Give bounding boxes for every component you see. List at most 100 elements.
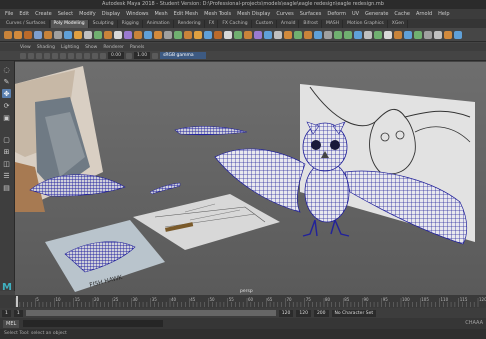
shelf-tool-icon[interactable] bbox=[174, 30, 182, 39]
shelf-tool-icon[interactable] bbox=[24, 30, 32, 39]
menu-select[interactable]: Select bbox=[56, 11, 75, 17]
shelf-tool-icon[interactable] bbox=[294, 30, 302, 39]
shelf-tab-rigging[interactable]: Rigging bbox=[119, 19, 143, 28]
shelf-tool-icon[interactable] bbox=[244, 30, 252, 39]
shelf-tool-icon[interactable] bbox=[74, 30, 82, 39]
gamma-icon[interactable] bbox=[126, 52, 133, 59]
move-tool-icon[interactable]: ✥ bbox=[2, 89, 11, 98]
shelf-tool-icon[interactable] bbox=[384, 30, 392, 39]
range-end-inner-field[interactable]: 120 bbox=[296, 309, 311, 317]
shelf-tool-icon[interactable] bbox=[114, 30, 122, 39]
menu-mesh-tools[interactable]: Mesh Tools bbox=[202, 11, 233, 17]
dof-icon[interactable] bbox=[100, 52, 106, 59]
shelf-tool-icon[interactable] bbox=[44, 30, 52, 39]
shelf-tool-icon[interactable] bbox=[264, 30, 272, 39]
shelf-tab-xgen[interactable]: XGen bbox=[389, 19, 408, 28]
shelf-tab-animation[interactable]: Animation bbox=[144, 19, 174, 28]
shelf-tool-icon[interactable] bbox=[344, 30, 352, 39]
character-set-select[interactable]: No Character Set bbox=[331, 309, 377, 317]
color-mgmt-icon[interactable] bbox=[152, 52, 159, 59]
menu-curves[interactable]: Curves bbox=[274, 11, 295, 17]
shelf-tool-icon[interactable] bbox=[304, 30, 312, 39]
shelf-tool-icon[interactable] bbox=[104, 30, 112, 39]
perspective-viewport[interactable]: FISH HAWK persp bbox=[15, 62, 486, 295]
shelf-tool-icon[interactable] bbox=[444, 30, 452, 39]
shelf-tool-icon[interactable] bbox=[214, 30, 222, 39]
shadows-icon[interactable] bbox=[68, 52, 74, 59]
wireframe-icon[interactable] bbox=[36, 52, 42, 59]
shelf-tool-icon[interactable] bbox=[154, 30, 162, 39]
shelf-tool-icon[interactable] bbox=[404, 30, 412, 39]
shelf-tool-icon[interactable] bbox=[314, 30, 322, 39]
aa-icon[interactable] bbox=[92, 52, 98, 59]
range-slider-value[interactable]: 120 bbox=[278, 309, 294, 317]
menu-edit-mesh[interactable]: Edit Mesh bbox=[172, 11, 200, 17]
paint-select-icon[interactable]: ✎ bbox=[2, 77, 11, 86]
menu-display[interactable]: Display bbox=[100, 11, 122, 17]
shelf-tool-icon[interactable] bbox=[334, 30, 342, 39]
panel-menu-shading[interactable]: Shading bbox=[37, 45, 55, 50]
shelf-tool-icon[interactable] bbox=[194, 30, 202, 39]
menu-help[interactable]: Help bbox=[436, 11, 451, 17]
shelf-tool-icon[interactable] bbox=[374, 30, 382, 39]
menu-cache[interactable]: Cache bbox=[392, 11, 412, 17]
shelf-tool-icon[interactable] bbox=[364, 30, 372, 39]
shelf-tab-sculpting[interactable]: Sculpting bbox=[90, 19, 118, 28]
menu-surfaces[interactable]: Surfaces bbox=[298, 11, 324, 17]
panel-menu-panels[interactable]: Panels bbox=[130, 45, 144, 50]
outliner-icon[interactable]: ▤ bbox=[2, 183, 11, 192]
mel-toggle[interactable]: MEL bbox=[3, 319, 20, 328]
shelf-tool-icon[interactable] bbox=[54, 30, 62, 39]
shelf-tool-icon[interactable] bbox=[254, 30, 262, 39]
panel-menu-view[interactable]: View bbox=[20, 45, 31, 50]
menu-mesh-display[interactable]: Mesh Display bbox=[235, 11, 272, 17]
grid-icon[interactable] bbox=[28, 52, 34, 59]
menu-deform[interactable]: Deform bbox=[325, 11, 348, 17]
shelf-tab-bifrost[interactable]: Bifrost bbox=[300, 19, 322, 28]
shelf-tab-mash[interactable]: MASH bbox=[323, 19, 344, 28]
layout-side-icon[interactable]: ◫ bbox=[2, 159, 11, 168]
color-space-select[interactable]: sRGB gamma bbox=[160, 52, 207, 59]
time-slider[interactable]: 5 10 15 20 25 30 35 40 45 50 55 60 65 70 75 80 85 90 95 100… bbox=[0, 295, 486, 308]
shelf-tab-motion-graphics[interactable]: Motion Graphics bbox=[344, 19, 388, 28]
shelf-tool-icon[interactable] bbox=[434, 30, 442, 39]
shelf-tab-curves-surfaces[interactable]: Curves / Surfaces bbox=[3, 19, 50, 28]
panel-menu-lighting[interactable]: Lighting bbox=[61, 45, 79, 50]
shelf-tab-rendering[interactable]: Rendering bbox=[175, 19, 205, 28]
command-input[interactable] bbox=[23, 320, 164, 327]
lasso-tool-icon[interactable]: ◌ bbox=[2, 65, 11, 74]
camera-icon[interactable] bbox=[20, 52, 26, 59]
gamma-field[interactable]: 1.00 bbox=[134, 52, 151, 59]
shelf-tool-icon[interactable] bbox=[4, 30, 12, 39]
shelf-tool-icon[interactable] bbox=[224, 30, 232, 39]
rotate-tool-icon[interactable]: ⟳ bbox=[2, 101, 11, 110]
shelf-tool-icon[interactable] bbox=[354, 30, 362, 39]
menu-file[interactable]: File bbox=[3, 11, 15, 17]
shelf-tab-fx[interactable]: FX bbox=[206, 19, 219, 28]
shaded-icon[interactable] bbox=[44, 52, 50, 59]
range-bar[interactable] bbox=[25, 310, 276, 316]
menu-generate[interactable]: Generate bbox=[363, 11, 390, 17]
shelf-tool-icon[interactable] bbox=[14, 30, 22, 39]
isolate-icon[interactable] bbox=[84, 52, 90, 59]
layout-stack-icon[interactable]: ☰ bbox=[2, 171, 11, 180]
shelf-tool-icon[interactable] bbox=[184, 30, 192, 39]
panel-menu-show[interactable]: Show bbox=[85, 45, 97, 50]
shelf-tool-icon[interactable] bbox=[274, 30, 282, 39]
menu-arnold[interactable]: Arnold bbox=[414, 11, 434, 17]
shelf-tool-icon[interactable] bbox=[164, 30, 172, 39]
menu-windows[interactable]: Windows bbox=[124, 11, 150, 17]
menu-uv[interactable]: UV bbox=[350, 11, 361, 17]
menu-modify[interactable]: Modify bbox=[77, 11, 98, 17]
exposure-field[interactable]: 0.00 bbox=[108, 52, 125, 59]
menu-mesh[interactable]: Mesh bbox=[152, 11, 169, 17]
shelf-tool-icon[interactable] bbox=[94, 30, 102, 39]
shelf-tab-fx-caching[interactable]: FX Caching bbox=[219, 19, 252, 28]
shelf-tool-icon[interactable] bbox=[414, 30, 422, 39]
scale-tool-icon[interactable]: ▣ bbox=[2, 113, 11, 122]
shelf-tool-icon[interactable] bbox=[84, 30, 92, 39]
shelf-tool-icon[interactable] bbox=[284, 30, 292, 39]
shelf-tool-icon[interactable] bbox=[424, 30, 432, 39]
shelf-tool-icon[interactable] bbox=[124, 30, 132, 39]
shelf-tool-icon[interactable] bbox=[134, 30, 142, 39]
